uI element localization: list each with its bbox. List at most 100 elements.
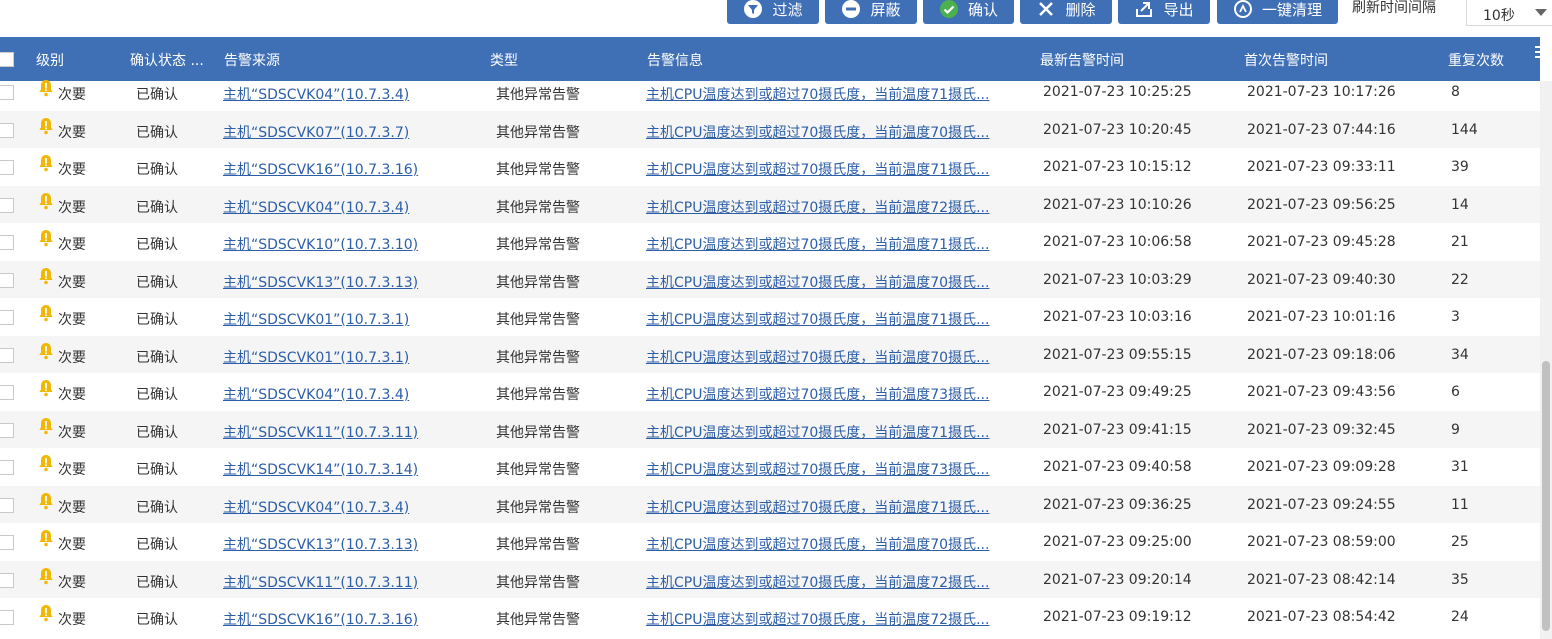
row-checkbox[interactable] xyxy=(0,197,14,213)
source-link[interactable]: 主机“SDSCVK04”(10.7.3.4) xyxy=(223,497,409,517)
row-checkbox[interactable] xyxy=(0,235,14,250)
alarm-info-link[interactable]: 主机CPU温度达到或超过70摄氏度，当前温度71摄氏... xyxy=(646,234,989,254)
source-link[interactable]: 主机“SDSCVK10”(10.7.3.10) xyxy=(223,234,418,254)
source-link[interactable]: 主机“SDSCVK16”(10.7.3.16) xyxy=(223,609,418,629)
level-cell: 次要 xyxy=(58,162,86,178)
table-row[interactable]: 次要 已确认 主机“SDSCVK04”(10.7.3.4) 其他异常告警 主机CPU温度… xyxy=(0,73,1540,111)
warning-bell-icon xyxy=(37,229,55,247)
column-header-latest-time[interactable]: 最新告警时间 xyxy=(1040,50,1124,70)
alarm-info-link[interactable]: 主机CPU温度达到或超过70摄氏度，当前温度72摄氏... xyxy=(646,572,989,592)
one-click-clean-button[interactable]: 一键清理 xyxy=(1217,0,1338,24)
row-checkbox[interactable] xyxy=(0,385,14,400)
column-header-first-time[interactable]: 首次告警时间 xyxy=(1244,50,1328,70)
repeat-count-cell: 35 xyxy=(1451,571,1469,588)
table-row[interactable]: 次要 已确认 主机“SDSCVK04”(10.7.3.4) 其他异常告警 主机CPU温度… xyxy=(0,485,1540,523)
filter-button[interactable]: 过滤 xyxy=(727,0,819,24)
source-link[interactable]: 主机“SDSCVK16”(10.7.3.16) xyxy=(223,159,418,179)
repeat-count-cell: 9 xyxy=(1451,421,1460,438)
row-checkbox[interactable] xyxy=(0,85,14,100)
refresh-interval-select[interactable]: 10秒 xyxy=(1466,0,1552,26)
row-checkbox[interactable] xyxy=(0,347,14,363)
table-row[interactable]: 次要 已确认 主机“SDSCVK10”(10.7.3.10) 其他异常告警 主机CPU温… xyxy=(0,223,1540,261)
column-header-level[interactable]: 级别 xyxy=(36,50,64,70)
alarm-info-link[interactable]: 主机CPU温度达到或超过70摄氏度，当前温度70摄氏... xyxy=(646,122,989,142)
ack-status-cell: 已确认 xyxy=(136,424,178,441)
row-checkbox[interactable] xyxy=(0,535,14,550)
first-time-cell: 2021-07-23 09:33:11 xyxy=(1247,159,1396,175)
row-checkbox[interactable] xyxy=(0,460,14,475)
source-link[interactable]: 主机“SDSCVK13”(10.7.3.13) xyxy=(223,534,418,554)
alarm-info-link[interactable]: 主机CPU温度达到或超过70摄氏度，当前温度72摄氏... xyxy=(646,197,989,217)
source-link[interactable]: 主机“SDSCVK04”(10.7.3.4) xyxy=(223,384,409,404)
ack-status-cell: 已确认 xyxy=(136,312,178,328)
table-row[interactable]: 次要 已确认 主机“SDSCVK14”(10.7.3.14) 其他异常告警 主机CPU温… xyxy=(0,448,1540,486)
source-link[interactable]: 主机“SDSCVK07”(10.7.3.7) xyxy=(223,122,409,142)
source-link[interactable]: 主机“SDSCVK13”(10.7.3.13) xyxy=(223,272,418,292)
column-header-type[interactable]: 类型 xyxy=(490,50,518,70)
alarm-info-link[interactable]: 主机CPU温度达到或超过70摄氏度，当前温度71摄氏... xyxy=(646,309,989,329)
row-checkbox[interactable] xyxy=(0,422,14,438)
row-checkbox[interactable] xyxy=(0,160,14,175)
row-checkbox[interactable] xyxy=(0,122,14,138)
source-link[interactable]: 主机“SDSCVK11”(10.7.3.11) xyxy=(223,422,418,442)
alarm-info-link[interactable]: 主机CPU温度达到或超过70摄氏度，当前温度73摄氏... xyxy=(646,384,989,404)
ack-status-cell: 已确认 xyxy=(136,499,178,516)
table-row[interactable]: 次要 已确认 主机“SDSCVK01”(10.7.3.1) 其他异常告警 主机CPU温度… xyxy=(0,298,1540,336)
table-row[interactable]: 次要 已确认 主机“SDSCVK16”(10.7.3.16) 其他异常告警 主机CPU温… xyxy=(0,148,1540,186)
table-row[interactable]: 次要 已确认 主机“SDSCVK11”(10.7.3.11) 其他异常告警 主机CPU温… xyxy=(0,560,1540,598)
column-header-info[interactable]: 告警信息 xyxy=(647,50,703,70)
latest-time-cell: 2021-07-23 10:20:45 xyxy=(1043,121,1192,138)
confirm-button[interactable]: 确认 xyxy=(923,0,1014,24)
warning-bell-icon xyxy=(37,267,55,285)
source-link[interactable]: 主机“SDSCVK01”(10.7.3.1) xyxy=(223,309,409,329)
source-link[interactable]: 主机“SDSCVK04”(10.7.3.4) xyxy=(223,197,409,217)
delete-button[interactable]: 删除 xyxy=(1020,0,1112,24)
first-time-cell: 2021-07-23 10:01:16 xyxy=(1247,309,1396,325)
column-menu-icon[interactable] xyxy=(1532,44,1552,64)
column-header-ack-status[interactable]: 确认状态 ... xyxy=(130,50,204,70)
export-button[interactable]: 导出 xyxy=(1118,0,1210,24)
latest-time-cell: 2021-07-23 09:36:25 xyxy=(1043,496,1192,513)
first-time-cell: 2021-07-23 08:59:00 xyxy=(1247,534,1396,550)
alarm-info-link[interactable]: 主机CPU温度达到或超过70摄氏度，当前温度73摄氏... xyxy=(646,459,989,479)
alarm-info-link[interactable]: 主机CPU温度达到或超过70摄氏度，当前温度71摄氏... xyxy=(646,497,989,517)
table-row[interactable]: 次要 已确认 主机“SDSCVK16”(10.7.3.16) 其他异常告警 主机CPU温… xyxy=(0,598,1540,636)
alarm-info-link[interactable]: 主机CPU温度达到或超过70摄氏度，当前温度71摄氏... xyxy=(646,84,989,104)
alarm-info-link[interactable]: 主机CPU温度达到或超过70摄氏度，当前温度71摄氏... xyxy=(646,422,989,442)
select-all-checkbox[interactable] xyxy=(0,52,14,67)
table-row[interactable]: 次要 已确认 主机“SDSCVK13”(10.7.3.13) 其他异常告警 主机CPU温… xyxy=(0,523,1540,561)
row-checkbox[interactable] xyxy=(0,310,14,325)
row-checkbox[interactable] xyxy=(0,497,14,513)
table-row[interactable]: 次要 已确认 主机“SDSCVK07”(10.7.3.7) 其他异常告警 主机CPU温度… xyxy=(0,110,1540,148)
source-link[interactable]: 主机“SDSCVK14”(10.7.3.14) xyxy=(223,459,418,479)
confirm-button-label: 确认 xyxy=(967,0,998,19)
table-row[interactable]: 次要 已确认 主机“SDSCVK04”(10.7.3.4) 其他异常告警 主机CPU温度… xyxy=(0,185,1540,223)
alarm-info-link[interactable]: 主机CPU温度达到或超过70摄氏度，当前温度70摄氏... xyxy=(646,272,989,292)
table-row[interactable]: 次要 已确认 主机“SDSCVK04”(10.7.3.4) 其他异常告警 主机CPU温度… xyxy=(0,373,1540,411)
source-link[interactable]: 主机“SDSCVK01”(10.7.3.1) xyxy=(223,347,409,367)
repeat-count-cell: 22 xyxy=(1451,271,1469,288)
source-link[interactable]: 主机“SDSCVK04”(10.7.3.4) xyxy=(223,84,409,104)
alarm-info-link[interactable]: 主机CPU温度达到或超过70摄氏度，当前温度71摄氏... xyxy=(646,159,989,179)
table-row[interactable]: 次要 已确认 主机“SDSCVK13”(10.7.3.13) 其他异常告警 主机CPU温… xyxy=(0,260,1540,298)
row-checkbox[interactable] xyxy=(0,272,14,288)
scrollbar-thumb[interactable] xyxy=(1542,361,1550,631)
alarm-info-link[interactable]: 主机CPU温度达到或超过70摄氏度，当前温度70摄氏... xyxy=(646,534,989,554)
level-cell: 次要 xyxy=(58,574,86,591)
first-time-cell: 2021-07-23 07:44:16 xyxy=(1247,121,1396,138)
table-row[interactable]: 次要 已确认 主机“SDSCVK01”(10.7.3.1) 其他异常告警 主机CPU温度… xyxy=(0,335,1540,373)
column-header-source[interactable]: 告警来源 xyxy=(224,50,280,70)
alarm-info-link[interactable]: 主机CPU温度达到或超过70摄氏度，当前温度72摄氏... xyxy=(646,609,989,629)
column-header-repeat-count[interactable]: 重复次数 xyxy=(1448,50,1504,70)
warning-bell-icon xyxy=(37,604,55,622)
level-cell: 次要 xyxy=(58,349,86,366)
vertical-scrollbar[interactable] xyxy=(1540,81,1552,639)
source-link[interactable]: 主机“SDSCVK11”(10.7.3.11) xyxy=(223,572,418,592)
row-checkbox[interactable] xyxy=(0,610,14,625)
block-button[interactable]: 屏蔽 xyxy=(825,0,917,24)
type-cell: 其他异常告警 xyxy=(496,612,580,628)
row-checkbox[interactable] xyxy=(0,572,14,588)
type-cell: 其他异常告警 xyxy=(496,574,580,591)
table-row[interactable]: 次要 已确认 主机“SDSCVK11”(10.7.3.11) 其他异常告警 主机CPU温… xyxy=(0,410,1540,448)
alarm-info-link[interactable]: 主机CPU温度达到或超过70摄氏度，当前温度70摄氏... xyxy=(646,347,989,367)
